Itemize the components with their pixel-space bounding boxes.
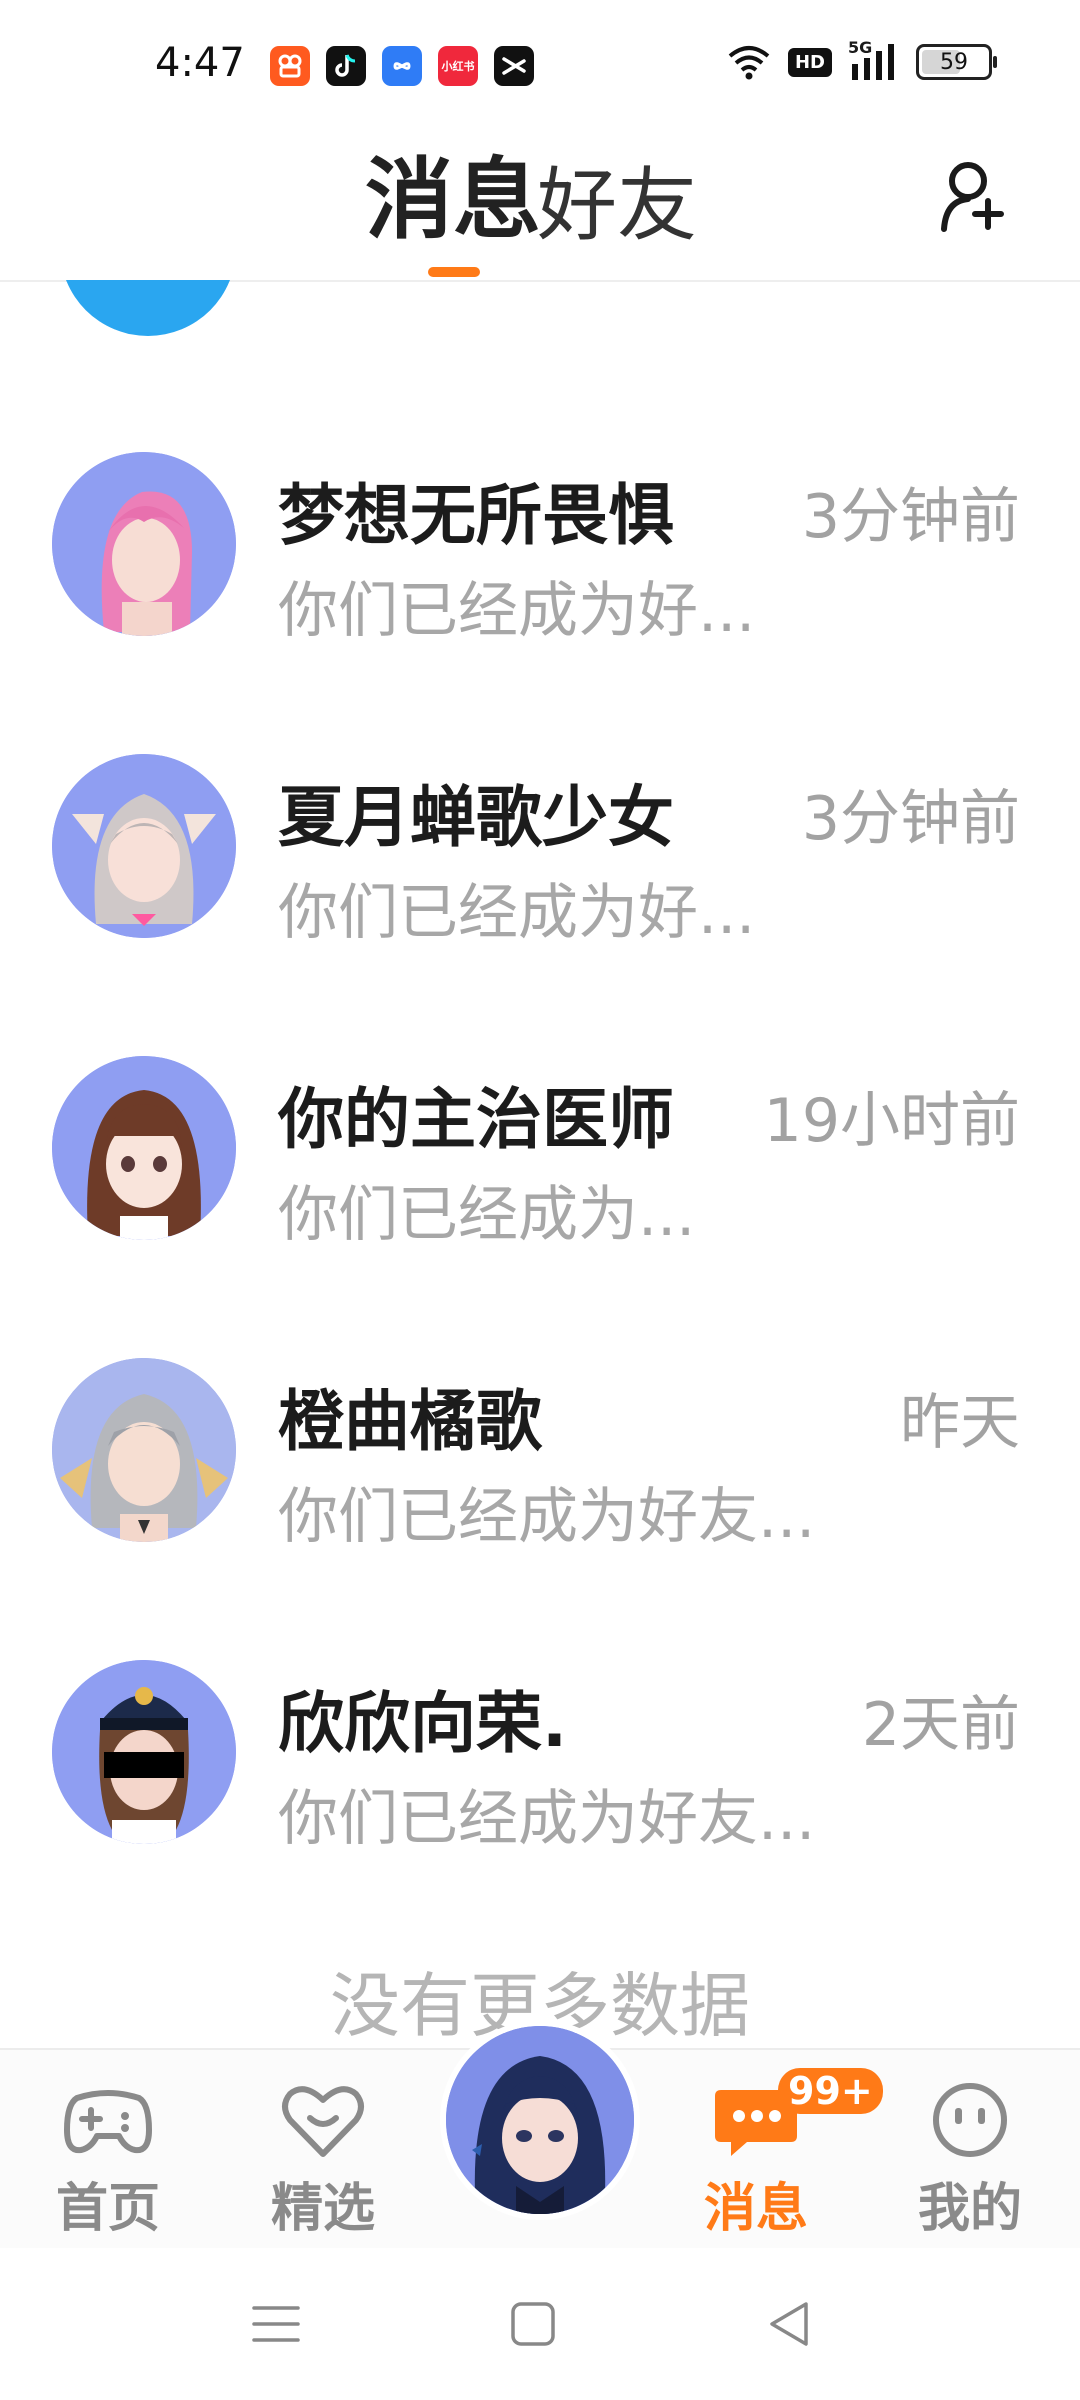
system-nav-bar [0, 2248, 1080, 2400]
avatar[interactable] [446, 2026, 634, 2214]
nav-mine-label: 我的 [917, 2179, 1022, 2239]
tab-messages[interactable]: 消息 [365, 145, 541, 255]
unread-badge: 99+ [778, 2068, 883, 2114]
contact-name: 欣欣向荣. [278, 1685, 568, 1762]
top-header: 消息 好友 [0, 135, 1080, 282]
conversation-row[interactable]: 夏月蝉歌少女 3分钟前 你们已经成为好... [0, 754, 1080, 1054]
message-time: 3分钟前 [801, 784, 1020, 854]
active-tab-indicator [428, 267, 480, 277]
system-status: HD 5G 59 [726, 38, 997, 82]
message-time: 3分钟前 [801, 482, 1020, 552]
message-time: 19小时前 [763, 1086, 1020, 1156]
tab-friends[interactable]: 好友 [537, 151, 697, 261]
avatar [52, 452, 236, 636]
nav-featured[interactable]: 精选 [243, 2080, 403, 2241]
nav-home-label: 首页 [55, 2179, 160, 2239]
contact-name: 橙曲橘歌 [278, 1383, 542, 1460]
battery-icon: 59 [916, 44, 997, 80]
infinity-icon [382, 46, 422, 86]
gamepad-icon [64, 2090, 152, 2154]
capcut-icon [494, 46, 534, 86]
add-friend-icon[interactable] [938, 157, 1008, 235]
status-bar: 4:47 小红书 HD 5G 59 [0, 0, 1080, 135]
contact-name: 夏月蝉歌少女 [278, 779, 674, 856]
nav-featured-label: 精选 [270, 2179, 375, 2239]
avatar [52, 1056, 236, 1240]
battery-level: 59 [940, 49, 968, 75]
kuaishou-icon [270, 46, 310, 86]
conversation-row[interactable]: 你的主治医师 19小时前 你们已经成为... [0, 1056, 1080, 1356]
message-preview: 你们已经成为好友... [278, 1784, 816, 1854]
wifi-icon [728, 46, 770, 80]
avatar [52, 754, 236, 938]
message-time: 昨天 [900, 1388, 1020, 1458]
message-preview: 你们已经成为好... [278, 576, 756, 646]
home-square-icon[interactable] [503, 2294, 563, 2354]
message-preview: 你们已经成为好友... [278, 1482, 816, 1552]
avatar [52, 1660, 236, 1844]
nav-mine[interactable]: 我的 [890, 2080, 1050, 2241]
contact-name: 梦想无所畏惧 [278, 477, 674, 554]
nav-messages-label: 消息 [703, 2179, 808, 2239]
conversation-row[interactable]: 梦想无所畏惧 3分钟前 你们已经成为好... [0, 452, 1080, 752]
menu-icon[interactable] [246, 2294, 306, 2354]
tiktok-icon [326, 46, 366, 86]
heart-icon [282, 2086, 364, 2157]
nav-home[interactable]: 首页 [28, 2080, 188, 2241]
notification-icons: 小红书 [270, 46, 534, 86]
signal-icon: 5G [848, 38, 900, 82]
profile-face-icon [933, 2083, 1007, 2157]
contact-name: 你的主治医师 [278, 1081, 674, 1158]
avatar [52, 1358, 236, 1542]
hd-icon: HD [787, 47, 832, 77]
message-preview: 你们已经成为... [278, 1180, 696, 1250]
back-triangle-icon[interactable] [760, 2294, 820, 2354]
conversation-row[interactable]: 欣欣向荣. 2天前 你们已经成为好友... [0, 1660, 1080, 1960]
message-time: 2天前 [861, 1690, 1020, 1760]
status-time: 4:47 [155, 40, 245, 86]
conversation-row[interactable]: 橙曲橘歌 昨天 你们已经成为好友... [0, 1358, 1080, 1658]
xiaohongshu-icon: 小红书 [438, 46, 478, 86]
message-preview: 你们已经成为好... [278, 878, 756, 948]
